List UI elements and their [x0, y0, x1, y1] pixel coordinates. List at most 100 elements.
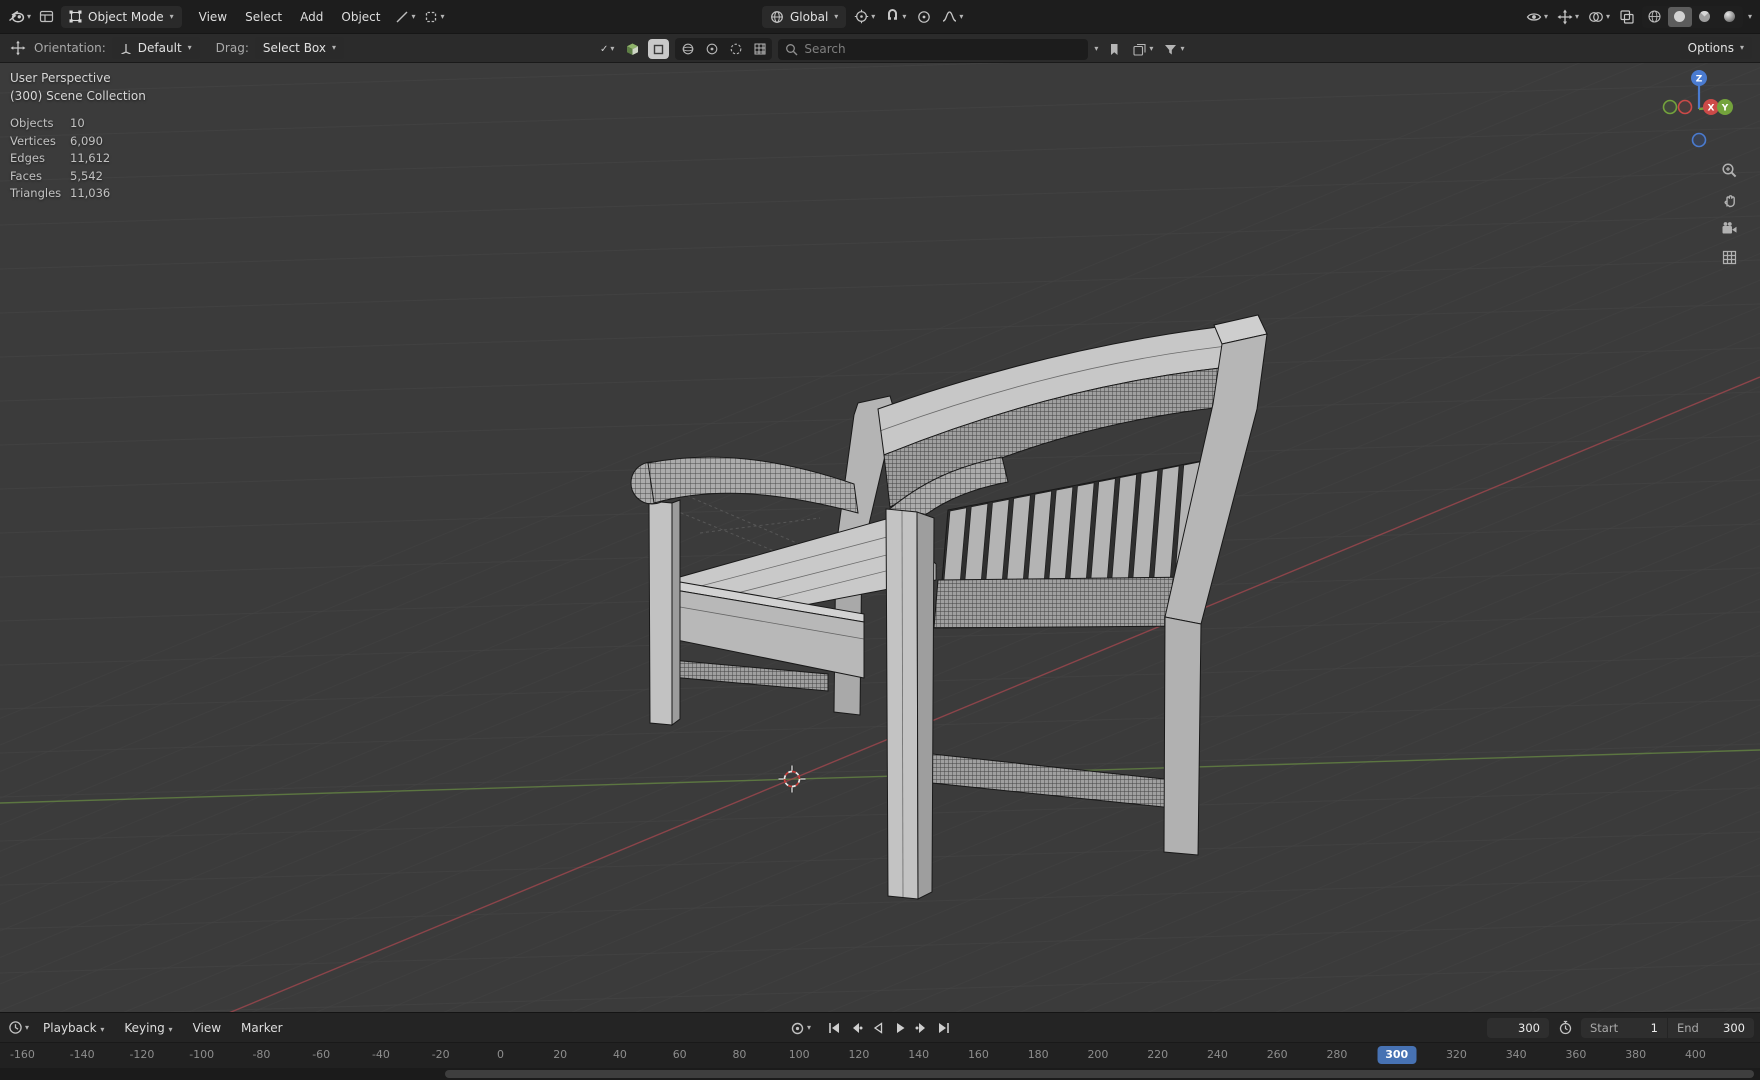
object-type-toggles — [675, 38, 773, 60]
search-options-dropdown[interactable]: ▾ — [1094, 45, 1098, 53]
jump-to-start-button[interactable] — [824, 1018, 844, 1038]
circle-dot-toggle[interactable] — [700, 39, 723, 59]
collections-dropdown[interactable]: ▾ — [1130, 42, 1155, 57]
gizmo-arrows-icon — [1557, 9, 1573, 24]
prev-keyframe-button[interactable] — [846, 1018, 866, 1038]
timeline-ruler[interactable]: -160 -140 -120 -100 -80 -60 -40 -20 0 20 40 60 80 100… — [0, 1042, 1760, 1068]
chevron-down-icon: ▾ — [1149, 44, 1154, 53]
search-field[interactable] — [778, 38, 1089, 60]
search-input[interactable] — [804, 42, 1082, 56]
filter-check-dropdown[interactable]: ✓ ▾ — [598, 44, 616, 55]
editor-type-icon — [39, 10, 53, 23]
menu-timeline-view[interactable]: View — [185, 1018, 229, 1038]
proportional-editing-toggle[interactable] — [914, 6, 934, 28]
bookmark-icon — [1111, 43, 1118, 55]
menu-select[interactable]: Select — [237, 7, 290, 27]
menu-view[interactable]: View — [191, 7, 235, 27]
drag-mode-selector[interactable]: Select Box ▾ — [254, 37, 345, 59]
editor-type-button[interactable] — [36, 6, 56, 28]
scrollbar-handle[interactable] — [445, 1070, 1754, 1078]
grid-toggle[interactable] — [748, 39, 771, 59]
ruler-tick: 200 — [1087, 1048, 1109, 1061]
gizmo-axis-neg-z[interactable] — [1691, 132, 1707, 148]
show-overlays-dropdown[interactable]: ▾ — [1586, 9, 1612, 25]
shading-rendered-button[interactable] — [1718, 7, 1742, 27]
viewport-canvas[interactable] — [0, 63, 1760, 1012]
camera-view-button[interactable] — [1720, 219, 1738, 237]
search-icon — [786, 43, 798, 55]
play-reverse-button[interactable] — [868, 1018, 888, 1038]
chevron-down-icon: ▾ — [1605, 11, 1610, 21]
gizmo-axis-x[interactable]: X — [1703, 99, 1719, 115]
menu-object[interactable]: Object — [333, 7, 388, 27]
ruler-tick: 340 — [1505, 1048, 1527, 1061]
menu-add[interactable]: Add — [292, 7, 331, 27]
shading-dropdown[interactable]: ▾ — [1748, 12, 1752, 21]
bench-model[interactable] — [630, 314, 1268, 900]
proportional-falloff-dropdown[interactable]: ▾ — [940, 9, 965, 24]
active-tool-button[interactable] — [8, 37, 28, 59]
navigation-gizmo[interactable]: Z X Y — [1655, 65, 1743, 153]
orientation-selector[interactable]: Default ▾ — [111, 37, 200, 59]
drag-mode-value: Select Box — [262, 41, 326, 55]
shading-solid-button[interactable] — [1667, 6, 1692, 27]
zoom-view-button[interactable] — [1720, 161, 1738, 179]
topbar: ▾ Object Mode ▾ View Select Add Object ▾… — [0, 0, 1760, 33]
play-reverse-icon — [873, 1022, 883, 1034]
use-preview-range-button[interactable] — [1555, 1017, 1575, 1039]
mode-selector[interactable]: Object Mode ▾ — [61, 5, 182, 28]
pivot-point-dropdown[interactable]: ▾ — [852, 9, 877, 24]
shading-wireframe-button[interactable] — [1643, 7, 1667, 27]
end-frame-field[interactable]: End 300 — [1668, 1017, 1754, 1038]
start-frame-field[interactable]: Start 1 — [1581, 1017, 1667, 1038]
gizmo-axis-y[interactable]: Y — [1717, 99, 1733, 115]
ruler-tick: -20 — [431, 1048, 450, 1061]
funnel-icon — [1165, 44, 1177, 54]
filter-dropdown[interactable]: ▾ — [1161, 42, 1186, 57]
stat-edges: Edges 11,612 — [10, 151, 111, 165]
timeline-editor-type-dropdown[interactable]: ▾ — [6, 1020, 31, 1035]
gizmo-axis-neg-y[interactable] — [1662, 99, 1678, 115]
show-gizmo-dropdown[interactable]: ▾ — [1555, 9, 1581, 25]
current-frame-field[interactable]: 300 — [1487, 1017, 1549, 1038]
play-button[interactable] — [890, 1018, 910, 1038]
menu-keying[interactable]: Keying ▾ — [116, 1018, 180, 1038]
material-shading-icon — [1699, 10, 1711, 22]
shading-material-button[interactable] — [1693, 7, 1717, 27]
sphere-toggle[interactable] — [676, 39, 699, 59]
selected-mode-toggle[interactable] — [648, 39, 670, 59]
tool-options-dropdown[interactable]: ▾ — [393, 10, 417, 24]
mesh-cube-button[interactable] — [622, 38, 642, 60]
auto-key-icon — [791, 1022, 804, 1034]
dashed-circle-toggle[interactable] — [724, 39, 747, 59]
options-button[interactable]: Options ▾ — [1679, 37, 1752, 59]
menu-playback[interactable]: Playback ▾ — [35, 1018, 112, 1038]
solid-shading-icon — [1674, 11, 1686, 22]
tool-presets-dropdown[interactable]: ▾ — [422, 10, 446, 24]
chevron-down-icon: ▾ — [1543, 11, 1548, 21]
object-visibility-dropdown[interactable]: ▾ — [1524, 9, 1550, 25]
axes-icon — [121, 44, 131, 54]
ruler-tick: 0 — [496, 1048, 504, 1061]
pivot-point-icon — [855, 9, 869, 24]
jump-to-end-button[interactable] — [934, 1018, 954, 1038]
pan-view-button[interactable] — [1720, 190, 1738, 208]
toggle-ortho-button[interactable] — [1720, 248, 1738, 266]
current-frame-indicator[interactable]: 300 — [1377, 1046, 1417, 1064]
snapping-dropdown[interactable]: ▾ — [883, 9, 908, 24]
transform-orientation-selector[interactable]: Global ▾ — [762, 5, 847, 28]
auto-keying-dropdown[interactable]: ▾ — [788, 1021, 813, 1036]
3d-viewport[interactable]: User Perspective (300) Scene Collection … — [0, 63, 1760, 1012]
bookmark-button[interactable] — [1104, 38, 1124, 60]
chevron-down-icon: ▾ — [411, 11, 416, 21]
object-mode-icon — [69, 10, 82, 23]
gizmo-axis-z[interactable]: Z — [1691, 70, 1707, 86]
gizmo-axis-neg-x[interactable] — [1677, 99, 1693, 115]
blender-app-menu[interactable]: ▾ — [8, 6, 31, 28]
next-keyframe-button[interactable] — [912, 1018, 932, 1038]
menu-marker[interactable]: Marker — [233, 1018, 290, 1038]
global-orientation-icon — [771, 10, 783, 23]
xray-toggle[interactable] — [1617, 6, 1637, 28]
proportional-editing-icon — [918, 10, 931, 23]
stat-faces: Faces 5,542 — [10, 168, 103, 183]
